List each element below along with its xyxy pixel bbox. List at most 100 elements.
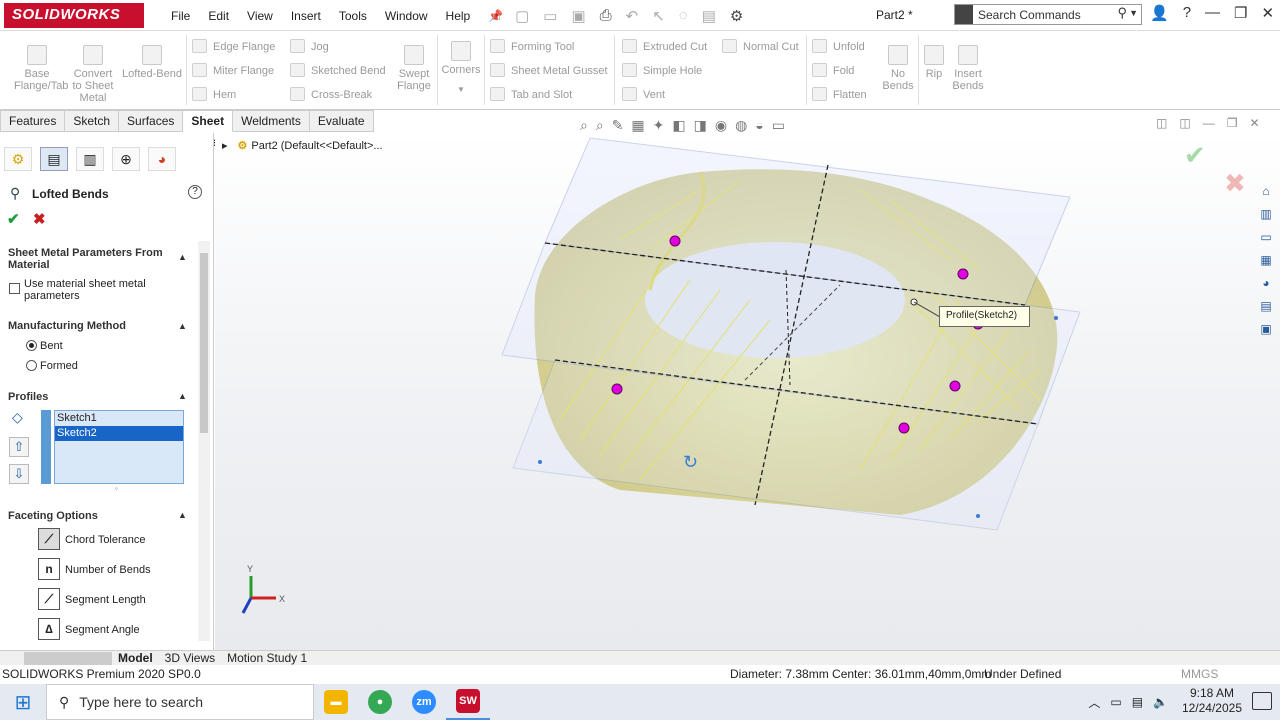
- previous-view-icon[interactable]: ✎: [612, 117, 624, 134]
- group-header-parameters[interactable]: Sheet Metal Parameters From Material: [8, 247, 168, 271]
- zoom-to-fit-icon[interactable]: ⌕: [580, 117, 588, 134]
- menu-file[interactable]: File: [162, 9, 199, 23]
- bent-radio[interactable]: [26, 340, 37, 351]
- search-commands[interactable]: Search Commands ⚲ ▼: [954, 4, 1142, 25]
- tab-navigation-arrows[interactable]: [24, 651, 112, 665]
- view-settings-icon[interactable]: ▭: [772, 117, 785, 134]
- help-icon[interactable]: ?: [1183, 4, 1191, 22]
- cancel-button[interactable]: ✖: [33, 210, 46, 228]
- file-explorer-taskbar-icon[interactable]: ▬: [314, 684, 358, 720]
- meet-now-icon[interactable]: ▭: [1110, 695, 1121, 709]
- view-palette-icon[interactable]: ▦: [1256, 251, 1276, 269]
- clock[interactable]: 9:18 AM 12/24/2025: [1182, 686, 1242, 716]
- zoom-to-area-icon[interactable]: ⌕: [596, 117, 604, 134]
- options-gear-icon[interactable]: ⚙: [730, 7, 743, 25]
- chrome-taskbar-icon[interactable]: ●: [358, 684, 402, 720]
- panel-scrollbar[interactable]: [198, 241, 210, 641]
- collapse-icon[interactable]: ▲: [178, 252, 187, 262]
- display-style-icon[interactable]: ◨: [694, 117, 707, 134]
- edge-flange-button[interactable]: Edge Flange: [192, 39, 275, 55]
- file-properties-icon[interactable]: ▤: [702, 7, 716, 25]
- menu-window[interactable]: Window: [376, 9, 437, 23]
- tab-and-slot-button[interactable]: Tab and Slot: [490, 87, 572, 103]
- save-icon[interactable]: ▣: [571, 7, 585, 25]
- solidworks-resources-icon[interactable]: ⌂: [1256, 182, 1276, 200]
- minimize-button[interactable]: —: [1205, 4, 1220, 22]
- collapse-icon[interactable]: ▲: [178, 321, 187, 331]
- view-orientation-icon[interactable]: ◧: [672, 117, 685, 134]
- chevron-down-icon[interactable]: ▼: [1129, 8, 1138, 18]
- new-icon[interactable]: ▢: [515, 7, 529, 25]
- corners-chevron-icon[interactable]: ▼: [440, 84, 482, 96]
- no-bends-button[interactable]: No Bends: [878, 45, 918, 92]
- edit-appearance-icon[interactable]: ◍: [735, 117, 747, 134]
- menu-edit[interactable]: Edit: [199, 9, 238, 23]
- tab-motion-study-1[interactable]: Motion Study 1: [221, 651, 313, 665]
- forum-icon[interactable]: ▣: [1256, 320, 1276, 338]
- zoom-taskbar-icon[interactable]: zm: [402, 684, 446, 720]
- display-manager-tab-icon[interactable]: ◕: [148, 147, 176, 171]
- search-type-icon[interactable]: [955, 5, 973, 24]
- confirm-ok-icon[interactable]: ✔: [1184, 140, 1206, 171]
- taskbar-search[interactable]: ⚲ Type here to search: [46, 684, 314, 720]
- collapse-right-icon[interactable]: ◫: [1179, 116, 1190, 130]
- dimxpert-tab-icon[interactable]: ⊕: [112, 147, 140, 171]
- rip-button[interactable]: Rip: [922, 45, 946, 80]
- open-icon[interactable]: ▭: [543, 7, 557, 25]
- segment-length-icon[interactable]: ⟋: [38, 588, 60, 610]
- file-explorer-icon[interactable]: ▭: [1256, 228, 1276, 246]
- tab-3d-views[interactable]: 3D Views: [159, 651, 221, 665]
- configuration-manager-tab-icon[interactable]: ▥: [76, 147, 104, 171]
- corners-button[interactable]: Corners ▼: [440, 41, 482, 96]
- jog-button[interactable]: Jog: [290, 39, 329, 55]
- appearances-icon[interactable]: ◕: [1256, 274, 1276, 292]
- swept-flange-button[interactable]: Swept Flange: [392, 45, 436, 92]
- insert-bends-button[interactable]: Insert Bends: [950, 45, 986, 92]
- tab-features[interactable]: Features: [0, 110, 66, 132]
- collapse-icon[interactable]: ▲: [178, 391, 187, 401]
- unit-system[interactable]: MMGS: [1181, 665, 1218, 684]
- segment-angle-icon[interactable]: ∆: [38, 618, 60, 640]
- search-icon[interactable]: ⚲: [1117, 5, 1127, 21]
- forming-tool-button[interactable]: Forming Tool: [490, 39, 574, 55]
- volume-icon[interactable]: 🔈: [1153, 695, 1168, 709]
- apply-scene-icon[interactable]: ◒: [755, 117, 763, 133]
- sketched-bend-button[interactable]: Sketched Bend: [290, 63, 386, 79]
- cross-break-button[interactable]: Cross-Break: [290, 87, 372, 103]
- list-item[interactable]: Sketch2: [55, 426, 183, 441]
- design-library-icon[interactable]: ▥: [1256, 205, 1276, 223]
- miter-flange-button[interactable]: Miter Flange: [192, 63, 274, 79]
- convert-to-sheet-metal-button[interactable]: Convert to Sheet Metal: [68, 45, 118, 104]
- tab-surfaces[interactable]: Surfaces: [119, 110, 184, 132]
- chord-tolerance-icon[interactable]: ⟋: [38, 528, 60, 550]
- base-flange-tab-button[interactable]: Base Flange/Tab: [14, 45, 68, 92]
- flyout-feature-tree[interactable]: ▸ ⚙ Part2 (Default<<Default>...: [222, 139, 383, 152]
- lofted-bend-button[interactable]: Lofted-Bend: [120, 45, 184, 80]
- graphics-area[interactable]: ↻ Y X: [215, 133, 1280, 650]
- solidworks-taskbar-icon[interactable]: SW: [446, 684, 490, 720]
- move-up-button[interactable]: ⇧: [9, 437, 29, 457]
- extruded-cut-button[interactable]: Extruded Cut: [622, 39, 707, 55]
- group-header-manufacturing[interactable]: Manufacturing Method: [8, 320, 126, 332]
- select-icon[interactable]: ↖: [652, 7, 665, 25]
- menu-help[interactable]: Help: [437, 9, 480, 23]
- unfold-button[interactable]: Unfold: [812, 39, 865, 55]
- close-button[interactable]: ✕: [1261, 4, 1274, 22]
- network-icon[interactable]: ▤: [1132, 695, 1143, 709]
- menu-view[interactable]: View: [238, 9, 282, 23]
- viewport-minimize-button[interactable]: —: [1203, 116, 1215, 130]
- dynamic-annotation-icon[interactable]: ✦: [653, 117, 665, 134]
- restore-button[interactable]: ❐: [1234, 4, 1247, 22]
- notification-icon[interactable]: [1252, 692, 1272, 710]
- section-view-icon[interactable]: ▦: [631, 117, 644, 134]
- number-of-bends-icon[interactable]: n: [38, 558, 60, 580]
- ok-button[interactable]: ✔: [7, 210, 20, 228]
- fold-button[interactable]: Fold: [812, 63, 854, 79]
- menu-insert[interactable]: Insert: [282, 9, 330, 23]
- profile-list[interactable]: Sketch1 Sketch2: [54, 410, 184, 484]
- confirm-cancel-icon[interactable]: ✖: [1224, 168, 1246, 199]
- sheet-metal-gusset-button[interactable]: Sheet Metal Gusset: [490, 63, 608, 79]
- help-button[interactable]: ?: [188, 185, 202, 199]
- viewport-close-button[interactable]: ✕: [1249, 116, 1259, 130]
- rebuild-icon[interactable]: ◌: [679, 7, 688, 24]
